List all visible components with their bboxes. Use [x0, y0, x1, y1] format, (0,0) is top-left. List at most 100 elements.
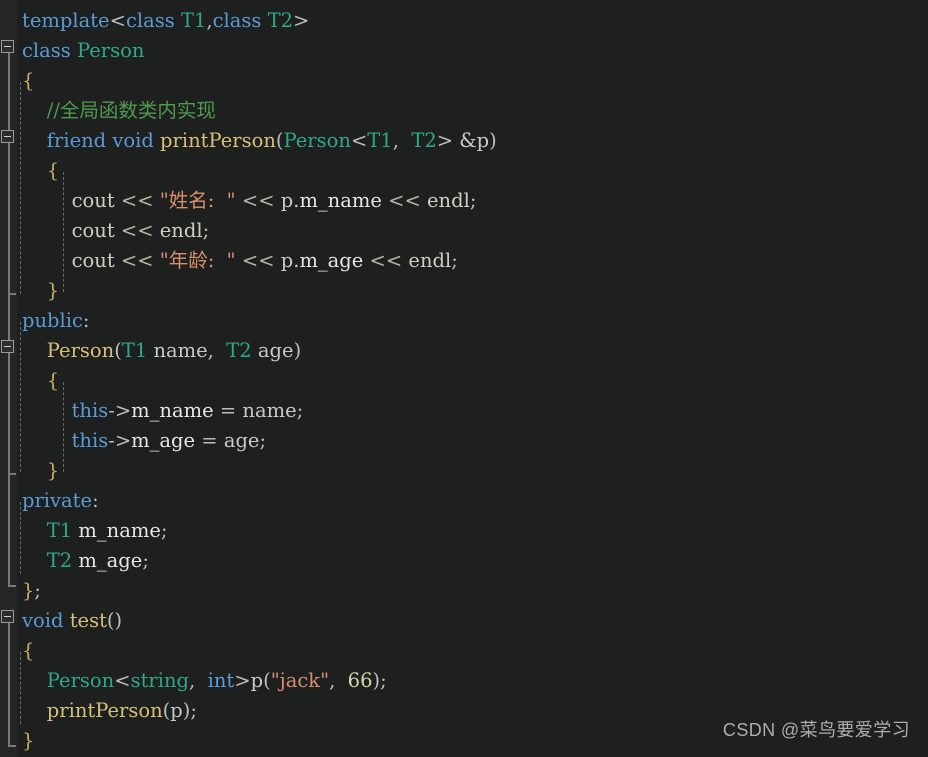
code-line[interactable]: //全局函数类内实现: [22, 96, 216, 126]
code-token: age: [223, 429, 260, 452]
code-token: :: [82, 309, 90, 332]
code-token: =: [213, 399, 243, 422]
code-token: void: [22, 609, 64, 632]
code-line[interactable]: T1 m_name;: [22, 516, 168, 546]
code-line[interactable]: this->m_name = name;: [22, 396, 304, 426]
code-line[interactable]: class Person: [22, 36, 144, 66]
code-token: Person: [46, 339, 115, 362]
code-token: m_age: [131, 429, 196, 452]
code-line[interactable]: };: [22, 576, 41, 606]
code-token: name: [242, 399, 297, 422]
code-token: ->: [108, 429, 132, 452]
code-line[interactable]: void test(): [22, 606, 122, 636]
code-token: :: [92, 489, 99, 512]
code-line[interactable]: {: [22, 156, 59, 186]
code-token: <<: [241, 249, 275, 272]
code-token: <: [109, 9, 126, 32]
code-line[interactable]: printPerson(p);: [22, 696, 197, 726]
code-token: T1: [180, 9, 207, 32]
code-line[interactable]: Person<string, int>p("jack", 66);: [22, 666, 387, 696]
code-line[interactable]: this->m_age = age;: [22, 426, 266, 456]
code-line[interactable]: cout << "姓名: " << p.m_name << endl;: [22, 186, 477, 216]
code-line[interactable]: friend void printPerson(Person<T1, T2> &…: [22, 126, 497, 156]
code-token: friend: [46, 129, 107, 152]
code-token: string: [130, 669, 190, 692]
code-lines-container: template<class T1,class T2> class Person{…: [0, 0, 928, 757]
code-line[interactable]: cout << "年龄: " << p.m_age << endl;: [22, 246, 458, 276]
code-token: m_age: [299, 249, 364, 272]
code-token: ;: [142, 549, 149, 572]
code-token: T2: [411, 129, 437, 152]
code-token: Person: [283, 129, 351, 152]
code-token: cout: [71, 189, 115, 212]
code-token: endl: [159, 219, 203, 242]
code-token: cout: [71, 249, 115, 272]
code-token: ,: [189, 669, 208, 692]
code-token: <<: [120, 189, 154, 212]
code-token: p.: [280, 249, 300, 272]
code-token: }: [22, 729, 35, 752]
code-token: <<: [120, 249, 154, 272]
code-token: class: [125, 9, 175, 32]
code-line[interactable]: Person(T1 name, T2 age): [22, 336, 301, 366]
code-token: (: [275, 129, 284, 152]
code-token: template: [22, 9, 110, 32]
code-token: >: [436, 129, 460, 152]
code-token: ,: [392, 129, 412, 152]
code-line[interactable]: {: [22, 66, 34, 96]
code-token: name: [153, 339, 208, 362]
code-token: >: [234, 669, 251, 692]
code-line[interactable]: T2 m_age;: [22, 546, 149, 576]
code-token: p.: [280, 189, 300, 212]
code-token: Person: [77, 39, 145, 62]
code-token: );: [182, 699, 197, 722]
code-line[interactable]: }: [22, 456, 59, 486]
code-token: ;: [469, 189, 477, 212]
code-token: <<: [120, 219, 154, 242]
code-line[interactable]: }: [22, 726, 34, 756]
code-token: ;: [296, 399, 304, 422]
code-token: m_name: [299, 189, 382, 212]
code-line[interactable]: cout << endl;: [22, 216, 210, 246]
code-token: (: [263, 669, 271, 692]
code-token: 66: [347, 669, 373, 692]
code-token: ;: [259, 429, 267, 452]
code-token: ,: [329, 669, 348, 692]
code-token: <<: [388, 189, 421, 212]
code-token: T2: [226, 339, 252, 362]
code-token: p: [170, 699, 183, 722]
code-token: ;: [202, 219, 210, 242]
code-line[interactable]: public:: [22, 306, 90, 336]
code-line[interactable]: template<class T1,class T2>: [22, 6, 309, 36]
code-token: ,: [207, 339, 227, 362]
code-token: <<: [369, 249, 403, 272]
code-line[interactable]: private:: [22, 486, 99, 516]
code-token: {: [46, 159, 60, 182]
code-token: (): [106, 609, 123, 632]
code-token: "jack": [270, 669, 330, 692]
code-line[interactable]: {: [22, 636, 34, 666]
code-token: Person: [46, 669, 115, 692]
code-line[interactable]: {: [22, 366, 59, 396]
code-token: T2: [267, 9, 294, 32]
code-token: int: [207, 669, 235, 692]
code-token: ;: [160, 519, 168, 542]
code-token: <: [350, 129, 368, 152]
code-token: {: [22, 639, 35, 662]
code-token: m_age: [78, 549, 143, 572]
code-token: T1: [46, 519, 73, 542]
code-line[interactable]: }: [22, 276, 59, 306]
